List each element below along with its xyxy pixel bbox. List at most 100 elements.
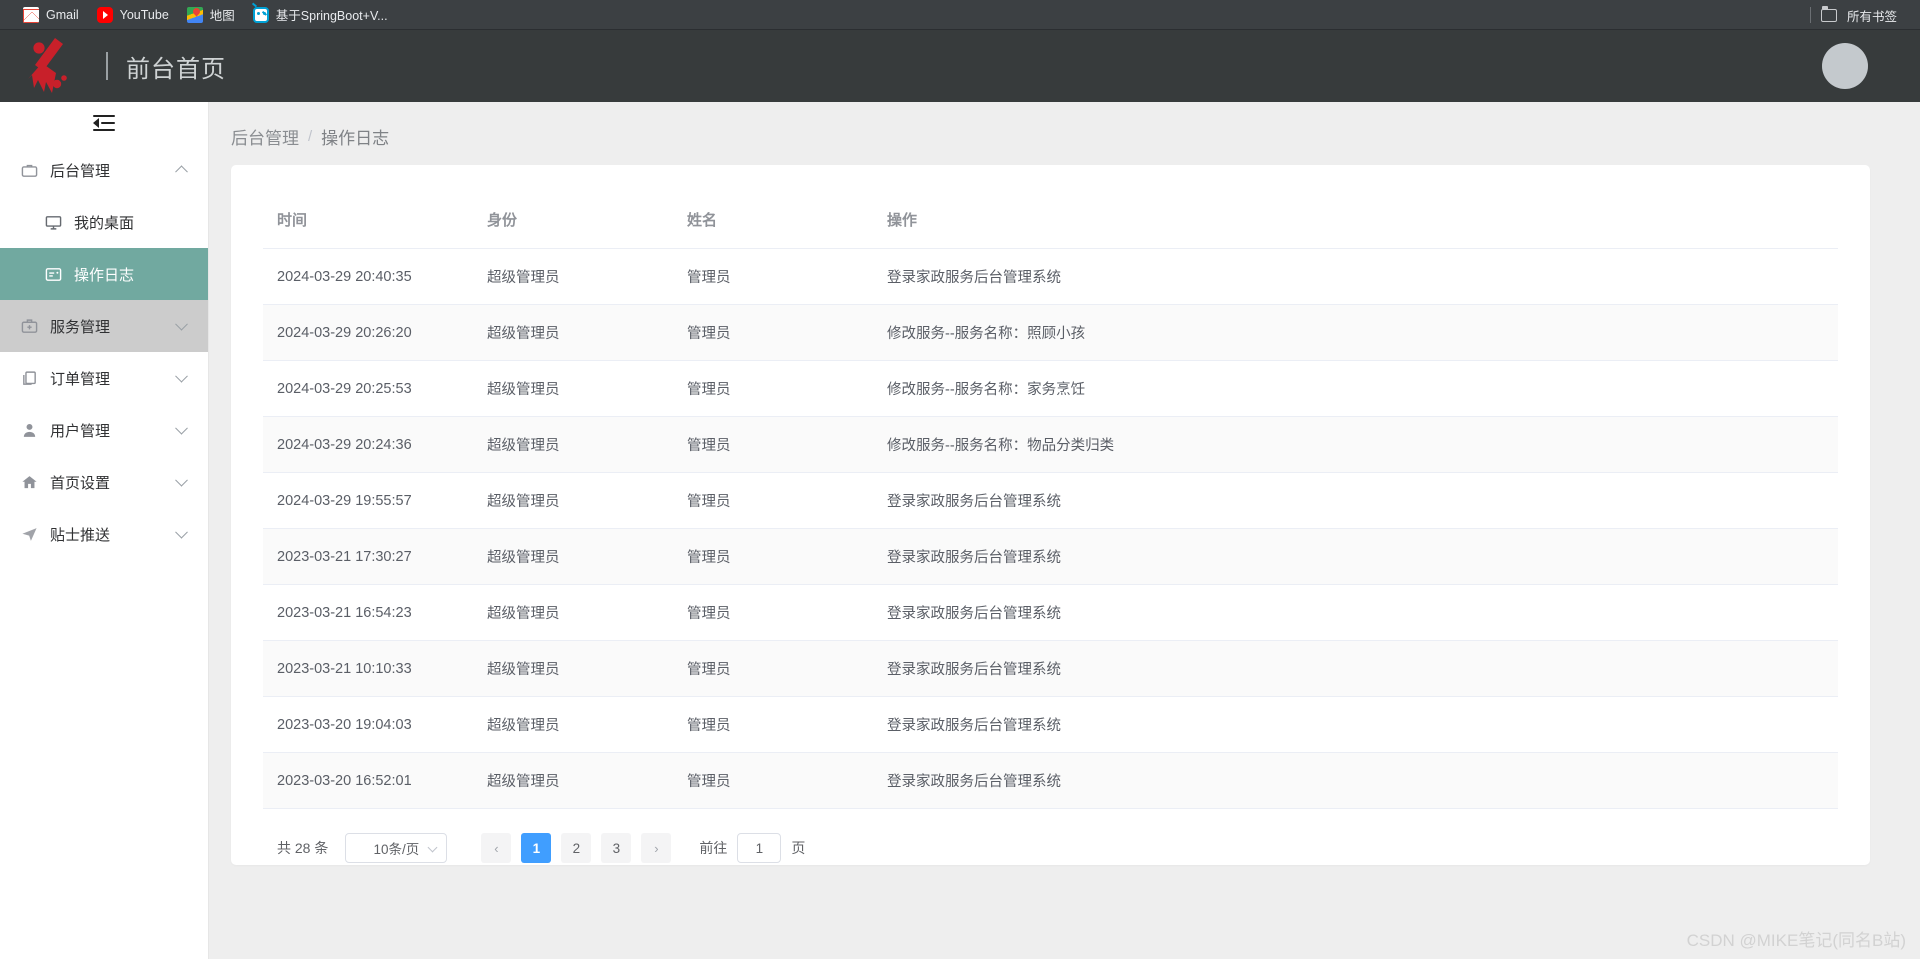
- maps-icon: [186, 6, 203, 23]
- bookmark-springboot[interactable]: 基于SpringBoot+V...: [244, 2, 397, 27]
- bookmark-label: 基于SpringBoot+V...: [275, 9, 388, 23]
- chevron-down-icon: [175, 421, 188, 435]
- bookmark-label: 地图: [209, 9, 235, 23]
- bilibili-icon: [252, 6, 269, 23]
- breadcrumb-separator: /: [308, 128, 313, 145]
- cell-operation: 修改服务--服务名称：物品分类归类: [873, 416, 1838, 473]
- cell-operation: 登录家政服务后台管理系统: [873, 248, 1838, 305]
- cell-identity: 超级管理员: [473, 528, 673, 585]
- sidebar-item-label: 贴士推送: [50, 526, 111, 544]
- sidebar-item-label: 操作日志: [74, 266, 135, 284]
- cell-time: 2023-03-21 17:30:27: [263, 528, 473, 585]
- column-header-operation: 操作: [873, 195, 1838, 249]
- table-row[interactable]: 2023-03-20 16:52:01 超级管理员 管理员 登录家政服务后台管理系统: [263, 752, 1838, 809]
- table-row[interactable]: 2024-03-29 20:25:53 超级管理员 管理员 修改服务--服务名称：家务…: [263, 360, 1838, 417]
- user-solid-icon: [20, 421, 38, 439]
- table-row[interactable]: 2023-03-20 19:04:03 超级管理员 管理员 登录家政服务后台管理系统: [263, 696, 1838, 753]
- pagination-next-button[interactable]: ›: [641, 833, 672, 863]
- cell-time: 2024-03-29 20:40:35: [263, 248, 473, 305]
- documents-copy-icon: [20, 369, 38, 387]
- pagination-jump-input[interactable]: [737, 833, 782, 863]
- gmail-icon: [23, 6, 39, 23]
- table-row[interactable]: 2024-03-29 20:40:35 超级管理员 管理员 登录家政服务后台管理系统: [263, 248, 1838, 305]
- brand-divider: [106, 52, 108, 80]
- bookmark-maps[interactable]: 地图: [178, 2, 244, 27]
- sidebar-item-label: 首页设置: [50, 474, 111, 492]
- broom-logo-icon: [22, 35, 86, 97]
- table-row[interactable]: 2023-03-21 17:30:27 超级管理员 管理员 登录家政服务后台管理系统: [263, 528, 1838, 585]
- column-header-time: 时间: [263, 195, 473, 249]
- table-row[interactable]: 2024-03-29 19:55:57 超级管理员 管理员 登录家政服务后台管理系统: [263, 472, 1838, 529]
- content-card: 时间 身份 姓名 操作 2024-03-29 20:40:35 超级管理员 管理员登…: [231, 165, 1870, 865]
- watermark: CSDN @MIKE笔记(同名B站): [1686, 931, 1906, 950]
- sidebar-item-order-management[interactable]: 订单管理: [0, 352, 208, 404]
- cell-operation: 修改服务--服务名称：照顾小孩: [873, 304, 1838, 361]
- cell-time: 2024-03-29 20:26:20: [263, 304, 473, 361]
- bookmark-gmail[interactable]: Gmail: [14, 4, 88, 26]
- bookmark-bar-right: 所有书签: [1809, 0, 1906, 30]
- all-bookmarks-button[interactable]: 所有书签: [1847, 3, 1906, 28]
- brand: 前台首页: [22, 35, 226, 97]
- breadcrumb-root[interactable]: 后台管理: [231, 124, 299, 149]
- cell-time: 2023-03-21 16:54:23: [263, 584, 473, 641]
- pagination-prev-button[interactable]: ‹: [481, 833, 512, 863]
- page-size-select[interactable]: 10条/页: [345, 833, 448, 863]
- menu-fold-icon: [93, 114, 115, 132]
- chevron-down-icon: [175, 473, 188, 487]
- table-row[interactable]: 2023-03-21 10:10:33 超级管理员 管理员 登录家政服务后台管理系统: [263, 640, 1838, 697]
- log-message-icon: [44, 265, 62, 283]
- cell-operation: 登录家政服务后台管理系统: [873, 696, 1838, 753]
- folder-icon: [1820, 5, 1837, 22]
- cell-identity: 超级管理员: [473, 360, 673, 417]
- table-header-row: 时间 身份 姓名 操作: [263, 195, 1838, 249]
- pagination-page-2[interactable]: 2: [561, 833, 592, 863]
- app-body: 后台管理 我的桌面 操作日志 服务管理 订单管理 用户管理 首页设置 贴士推送 …: [0, 102, 1920, 959]
- first-aid-kit-icon: [20, 317, 38, 335]
- cell-identity: 超级管理员: [473, 472, 673, 529]
- avatar[interactable]: [1822, 43, 1868, 89]
- sidebar-item-homepage-settings[interactable]: 首页设置: [0, 456, 208, 508]
- sidebar-item-user-management[interactable]: 用户管理: [0, 404, 208, 456]
- youtube-icon: [96, 6, 113, 23]
- table-header: 时间 身份 姓名 操作: [263, 195, 1838, 249]
- bookmark-youtube[interactable]: YouTube: [88, 4, 178, 26]
- cell-time: 2024-03-29 19:55:57: [263, 472, 473, 529]
- sidebar-item-label: 服务管理: [50, 318, 111, 336]
- operation-log-table: 时间 身份 姓名 操作 2024-03-29 20:40:35 超级管理员 管理员登…: [263, 195, 1838, 809]
- chevron-down-icon: [175, 369, 188, 383]
- table-row[interactable]: 2023-03-21 16:54:23 超级管理员 管理员 登录家政服务后台管理系统: [263, 584, 1838, 641]
- chevron-down-icon: [175, 525, 188, 539]
- cell-name: 管理员: [673, 360, 873, 417]
- table-row[interactable]: 2024-03-29 20:26:20 超级管理员 管理员 修改服务--服务名称：照顾…: [263, 304, 1838, 361]
- cell-identity: 超级管理员: [473, 584, 673, 641]
- cell-name: 管理员: [673, 248, 873, 305]
- monitor-icon: [44, 213, 62, 231]
- pagination-page-3[interactable]: 3: [601, 833, 632, 863]
- cell-name: 管理员: [673, 304, 873, 361]
- sidebar-item-backend-management[interactable]: 后台管理: [0, 144, 208, 196]
- table-row[interactable]: 2024-03-29 20:24:36 超级管理员 管理员 修改服务--服务名称：物品…: [263, 416, 1838, 473]
- column-header-name: 姓名: [673, 195, 873, 249]
- breadcrumb: 后台管理 / 操作日志: [209, 102, 1920, 165]
- cell-time: 2024-03-29 20:25:53: [263, 360, 473, 417]
- cell-name: 管理员: [673, 752, 873, 809]
- sidebar-collapse-button[interactable]: [0, 102, 208, 144]
- chevron-up-icon: [175, 165, 188, 179]
- cell-operation: 登录家政服务后台管理系统: [873, 640, 1838, 697]
- sidebar: 后台管理 我的桌面 操作日志 服务管理 订单管理 用户管理 首页设置 贴士推送: [0, 102, 209, 959]
- sidebar-item-tips-push[interactable]: 贴士推送: [0, 508, 208, 560]
- sidebar-item-service-management[interactable]: 服务管理: [0, 300, 208, 352]
- pagination-page-1[interactable]: 1: [521, 833, 552, 863]
- sidebar-item-label: 我的桌面: [74, 214, 135, 232]
- cell-operation: 登录家政服务后台管理系统: [873, 584, 1838, 641]
- cell-identity: 超级管理员: [473, 248, 673, 305]
- pagination-jump-suffix: 页: [791, 840, 806, 856]
- cell-operation: 登录家政服务后台管理系统: [873, 528, 1838, 585]
- cell-identity: 超级管理员: [473, 752, 673, 809]
- cell-name: 管理员: [673, 416, 873, 473]
- bookmark-label: YouTube: [119, 7, 169, 22]
- page-title: 前台首页: [126, 55, 226, 83]
- sidebar-item-operation-log[interactable]: 操作日志: [0, 248, 208, 300]
- page-size-label: 10条/页: [373, 842, 420, 857]
- sidebar-item-my-desktop[interactable]: 我的桌面: [0, 196, 208, 248]
